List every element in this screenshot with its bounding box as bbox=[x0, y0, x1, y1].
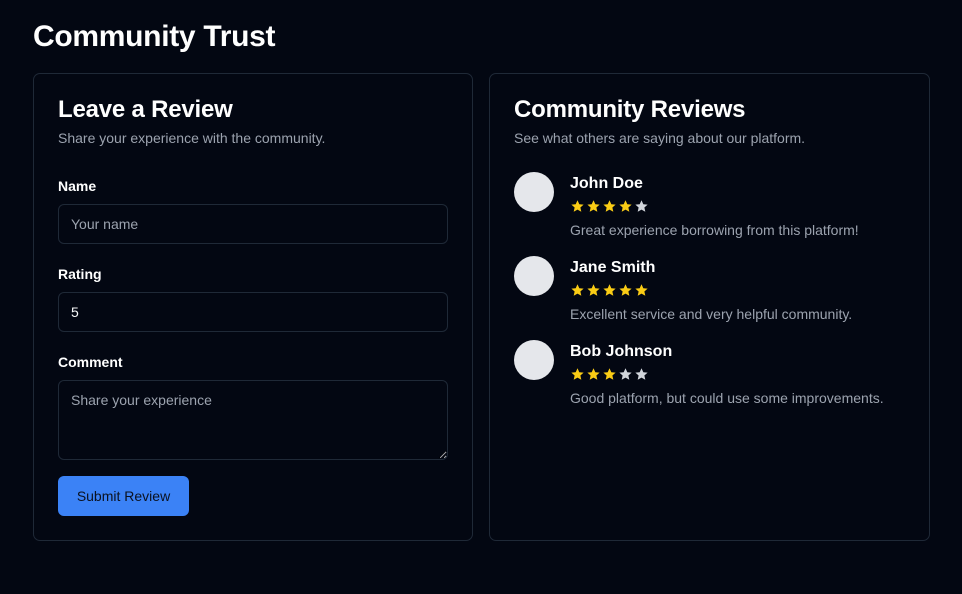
reviewer-name: John Doe bbox=[570, 175, 643, 192]
page: Community Trust Leave a Review Share you… bbox=[0, 0, 962, 594]
star-filled-icon bbox=[603, 284, 616, 296]
rating-label: Rating bbox=[58, 266, 102, 282]
review-form-subtitle: Share your experience with the community… bbox=[58, 130, 326, 146]
star-rating bbox=[570, 367, 649, 383]
star-filled-icon bbox=[571, 284, 584, 296]
star-filled-icon bbox=[587, 200, 600, 212]
community-reviews-subtitle: See what others are saying about our pla… bbox=[514, 130, 806, 146]
star-filled-icon bbox=[619, 284, 632, 296]
star-empty-icon bbox=[619, 368, 632, 380]
star-filled-icon bbox=[635, 284, 648, 296]
review-item: John Doe Great experience borrowing from… bbox=[514, 172, 914, 242]
review-item: Bob Johnson Good platform, but could use… bbox=[514, 340, 914, 410]
star-filled-icon bbox=[603, 368, 616, 380]
star-rating bbox=[570, 283, 649, 299]
reviewer-name: Jane Smith bbox=[570, 259, 656, 276]
community-reviews-title: Community Reviews bbox=[514, 96, 746, 123]
name-label: Name bbox=[58, 178, 97, 194]
reviewer-name: Bob Johnson bbox=[570, 343, 673, 360]
avatar bbox=[514, 256, 554, 296]
star-filled-icon bbox=[587, 284, 600, 296]
avatar bbox=[514, 172, 554, 212]
star-filled-icon bbox=[587, 368, 600, 380]
review-form-title: Leave a Review bbox=[58, 96, 233, 123]
rating-input[interactable] bbox=[58, 292, 448, 332]
star-empty-icon bbox=[635, 200, 648, 212]
star-filled-icon bbox=[571, 368, 584, 380]
community-reviews-card: Community Reviews See what others are sa… bbox=[489, 73, 930, 541]
star-filled-icon bbox=[603, 200, 616, 212]
review-comment: Great experience borrowing from this pla… bbox=[570, 222, 859, 238]
avatar bbox=[514, 340, 554, 380]
review-comment: Excellent service and very helpful commu… bbox=[570, 306, 853, 322]
review-comment: Good platform, but could use some improv… bbox=[570, 390, 884, 406]
comment-label: Comment bbox=[58, 354, 123, 370]
comment-textarea[interactable] bbox=[58, 380, 448, 460]
name-input[interactable] bbox=[58, 204, 448, 244]
star-empty-icon bbox=[635, 368, 648, 380]
star-filled-icon bbox=[619, 200, 632, 212]
review-item: Jane Smith Excellent service and very he… bbox=[514, 256, 914, 326]
star-rating bbox=[570, 199, 649, 215]
submit-review-button[interactable]: Submit Review bbox=[58, 476, 189, 516]
page-title: Community Trust bbox=[33, 20, 276, 53]
review-form-card: Leave a Review Share your experience wit… bbox=[33, 73, 473, 541]
star-filled-icon bbox=[571, 200, 584, 212]
